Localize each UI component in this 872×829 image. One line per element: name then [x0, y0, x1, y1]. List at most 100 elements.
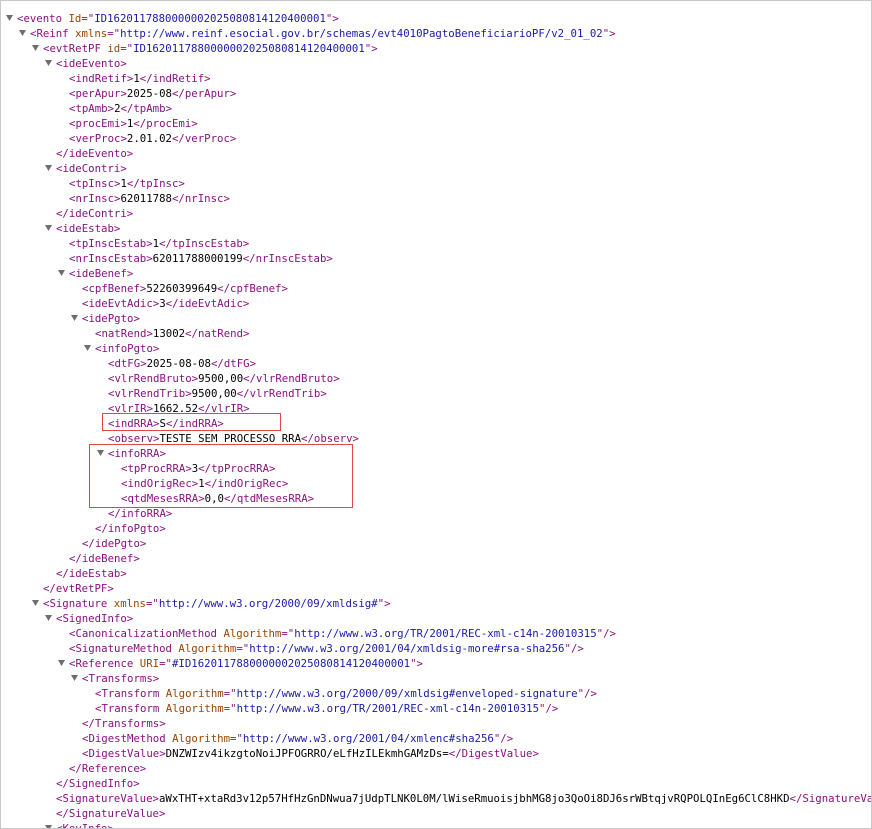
xml-punct: </	[95, 522, 108, 535]
xml-line: <SignedInfo>	[1, 611, 871, 626]
expanded-triangle-icon[interactable]	[45, 825, 52, 828]
xml-text-value: 62011788000199	[152, 252, 243, 265]
expanded-triangle-icon[interactable]	[32, 45, 39, 52]
xml-line: </ideBenef>	[1, 551, 871, 566]
expanded-triangle-icon[interactable]	[19, 30, 26, 37]
xml-punct: >	[178, 177, 185, 190]
expanded-triangle-icon[interactable]	[58, 660, 65, 667]
xml-punct: >	[120, 57, 127, 70]
expanded-triangle-icon[interactable]	[32, 600, 39, 607]
xml-line-content: <Transforms>	[82, 671, 159, 686]
xml-tag-name-close: indRetif	[152, 72, 205, 85]
xml-punct: >	[242, 297, 250, 310]
xml-text-value: 13002	[152, 327, 186, 340]
xml-line: </SignatureValue>	[1, 806, 871, 821]
expanded-triangle-icon[interactable]	[58, 270, 65, 277]
xml-text-value: DNZWIzv4ikzgtoNoiJPFOGRRO/eLfHzILEkmhGAM…	[165, 747, 449, 760]
xml-punct: >	[159, 522, 166, 535]
xml-punct: </	[185, 327, 198, 340]
xml-line-content: <evento Id="ID16201178800000020250808141…	[17, 11, 339, 26]
xml-tag-name: evtRetPF	[55, 582, 108, 595]
xml-tag-name: vlrIR	[114, 402, 147, 415]
expanded-triangle-icon[interactable]	[97, 450, 104, 457]
xml-line: <nrInsc>62011788</nrInsc>	[1, 191, 871, 206]
xml-tag-name-close: natRend	[197, 327, 244, 340]
xml-line-content: <CanonicalizationMethod Algorithm="http:…	[69, 626, 616, 641]
xml-line: <infoPgto>	[1, 341, 871, 356]
xml-tag-name: evento	[23, 12, 63, 25]
expanded-triangle-icon[interactable]	[6, 15, 13, 22]
xml-punct: />	[570, 642, 584, 655]
xml-tag-name: infoRRA	[114, 447, 160, 460]
xml-punct: >	[384, 597, 391, 610]
xml-tag-name: tpInsc	[75, 177, 115, 190]
xml-tag-name: infoRRA	[120, 507, 166, 520]
xml-punct: >	[333, 372, 340, 385]
xml-tag-name-close: vlrIR	[210, 402, 244, 415]
xml-tag-name-close: verProc	[184, 132, 230, 145]
xml-line-content: <qtdMesesRRA>0,0</qtdMesesRRA>	[121, 491, 314, 506]
xml-attr-name: xmlns	[75, 27, 108, 40]
xml-text-value: 1662.52	[153, 402, 199, 415]
xml-attr-value: http://www.w3.org/2001/04/xmlenc#sha256	[242, 732, 494, 745]
xml-punct: ="	[120, 42, 134, 55]
xml-tag-name: indOrigRec	[127, 477, 192, 490]
xml-punct: >	[371, 42, 378, 55]
expanded-triangle-icon[interactable]	[45, 225, 52, 232]
xml-line: <perApur>2025-08</perApur>	[1, 86, 871, 101]
xml-attr-value: #ID1620117880000002025080814120400001	[171, 657, 411, 670]
xml-tag-name: Transform	[101, 687, 160, 700]
xml-line: <CanonicalizationMethod Algorithm="http:…	[1, 626, 871, 641]
xml-punct: >	[159, 717, 166, 730]
xml-attr-value: http://www.w3.org/TR/2001/REC-xml-c14n-2…	[294, 627, 597, 640]
expanded-triangle-icon[interactable]	[45, 60, 52, 67]
xml-line-content: <vlrRendBruto>9500,00</vlrRendBruto>	[108, 371, 340, 386]
xml-punct: ="	[230, 732, 243, 745]
xml-line-content: <Reference URI="#ID162011788000000202508…	[69, 656, 423, 671]
xml-tag-name: ideEvtAdic	[88, 297, 153, 310]
xml-tag-name: qtdMesesRRA	[127, 492, 199, 505]
xml-punct: ="	[281, 627, 295, 640]
xml-tag-name: idePgto	[94, 537, 140, 550]
expanded-triangle-icon[interactable]	[45, 615, 52, 622]
xml-punct: >	[113, 222, 121, 235]
xml-line-content: </SignedInfo>	[56, 776, 140, 791]
xml-attr-name: Algorithm	[165, 687, 224, 700]
xml-punct: >	[139, 762, 147, 775]
xml-tag-name: ideBenef	[75, 267, 127, 280]
xml-tag-name: KeyInfo	[62, 822, 108, 829]
xml-line-content: <ideEvtAdic>3</ideEvtAdic>	[82, 296, 249, 311]
xml-punct: >	[133, 777, 140, 790]
xml-line: <vlrRendBruto>9500,00</vlrRendBruto>	[1, 371, 871, 386]
xml-line-content: <infoRRA>	[108, 446, 166, 461]
xml-punct: </	[82, 537, 95, 550]
expanded-triangle-icon[interactable]	[84, 345, 91, 352]
expanded-triangle-icon[interactable]	[71, 315, 78, 322]
xml-line: <ideBenef>	[1, 266, 871, 281]
xml-tag-name-close: observ	[313, 432, 353, 445]
xml-punct: >	[229, 132, 237, 145]
xml-line: <indRRA>S</indRRA>	[1, 416, 871, 431]
xml-line-content: <Signature xmlns="http://www.w3.org/2000…	[43, 596, 391, 611]
xml-tag-name: vlrRendTrib	[114, 387, 186, 400]
xml-line: <ideEstab>	[1, 221, 871, 236]
xml-line: </ideContri>	[1, 206, 871, 221]
expanded-triangle-icon[interactable]	[45, 165, 52, 172]
xml-line-content: </infoPgto>	[95, 521, 166, 536]
xml-line-content: </Reference>	[69, 761, 146, 776]
xml-punct: </	[56, 567, 69, 580]
xml-attr-value: http://www.w3.org/TR/2001/REC-xml-c14n-2…	[236, 702, 540, 715]
xml-line: </infoRRA>	[1, 506, 871, 521]
xml-tag-name: natRend	[101, 327, 147, 340]
xml-punct: />	[603, 627, 616, 640]
xml-punct: </	[133, 117, 147, 130]
xml-punct: </	[210, 357, 224, 370]
xml-punct: </	[82, 717, 95, 730]
xml-punct: >	[107, 582, 114, 595]
xml-line: <ideContri>	[1, 161, 871, 176]
xml-punct: ="	[236, 642, 250, 655]
expanded-triangle-icon[interactable]	[71, 675, 78, 682]
xml-line-content: <nrInsc>62011788</nrInsc>	[69, 191, 230, 206]
xml-tag-name: infoPgto	[101, 342, 153, 355]
xml-punct: >	[281, 282, 288, 295]
